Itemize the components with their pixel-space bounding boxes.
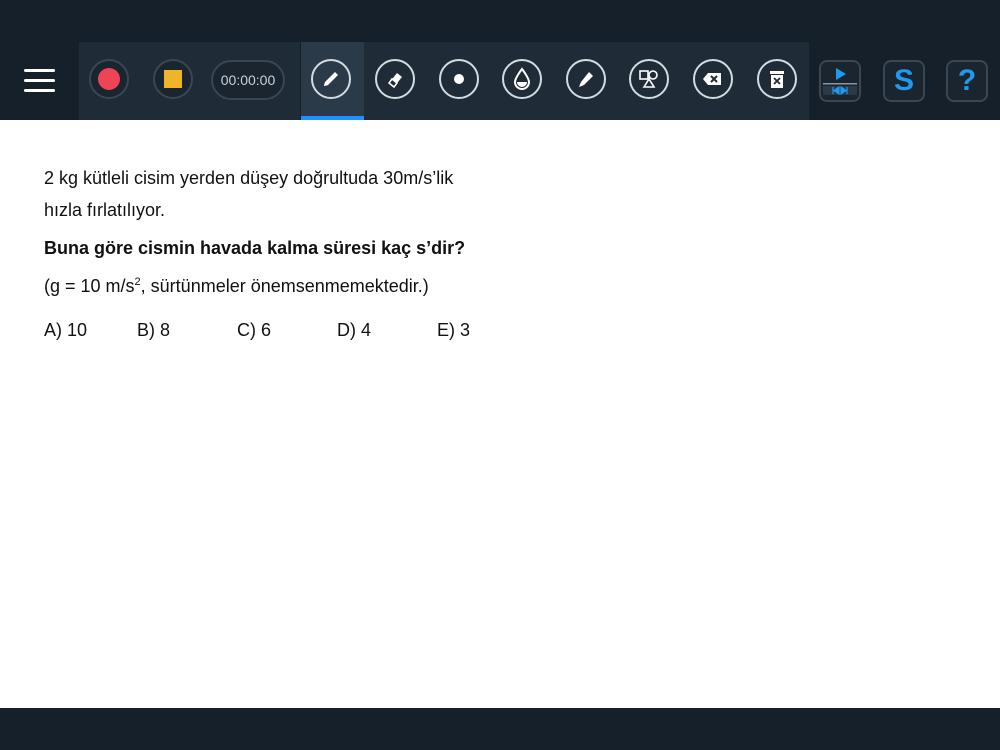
menu-icon xyxy=(24,69,55,72)
eraser-icon xyxy=(387,73,402,89)
question-note: (g = 10 m/s2, sürtünmeler önemsenmemekte… xyxy=(44,276,429,297)
top-bar xyxy=(0,0,1000,42)
answer-choices: A) 10 B) 8 C) 6 D) 4 E) 3 xyxy=(44,320,644,344)
question-line-1: 2 kg kütleli cisim yerden düşey doğrultu… xyxy=(44,168,454,188)
shapes-tool-button[interactable] xyxy=(629,59,669,99)
choice-e[interactable]: E) 3 xyxy=(437,320,470,341)
undo-button[interactable] xyxy=(693,59,733,99)
dot-tool-button[interactable] xyxy=(439,59,479,99)
help-icon: ? xyxy=(957,64,977,97)
backspace-icon xyxy=(703,73,721,85)
eraser-tool-button[interactable] xyxy=(375,59,415,99)
shapes-icon xyxy=(639,70,658,88)
pen-tool-button[interactable] xyxy=(311,59,351,99)
pen-icon xyxy=(324,72,338,86)
bottom-bar xyxy=(0,708,1000,750)
menu-button[interactable] xyxy=(16,64,62,98)
stop-button[interactable] xyxy=(153,59,193,99)
stop-icon xyxy=(164,70,182,88)
playback-button[interactable] xyxy=(819,60,861,102)
choice-b[interactable]: B) 8 xyxy=(137,320,170,341)
timer-display: 00:00:00 xyxy=(211,60,285,100)
choice-c[interactable]: C) 6 xyxy=(237,320,271,341)
choice-a[interactable]: A) 10 xyxy=(44,320,87,341)
playback-icon xyxy=(823,68,857,96)
highlighter-tool-button[interactable] xyxy=(566,59,606,99)
question-line-2: hızla fırlatılıyor. xyxy=(44,200,166,220)
question-prompt: Buna göre cismin havada kalma süresi kaç… xyxy=(44,238,466,258)
trash-icon xyxy=(770,71,784,88)
s-icon: S xyxy=(893,64,914,97)
record-icon xyxy=(98,68,120,90)
s-button[interactable]: S xyxy=(883,60,925,102)
record-button[interactable] xyxy=(89,59,129,99)
clear-button[interactable] xyxy=(757,59,797,99)
dot-icon xyxy=(454,74,464,84)
note-suffix: , sürtünmeler önemsenmemektedir.) xyxy=(140,276,429,296)
choice-d[interactable]: D) 4 xyxy=(337,320,371,341)
ink-drop-icon xyxy=(513,67,531,90)
color-tool-button[interactable] xyxy=(502,59,542,99)
highlighter-icon xyxy=(579,72,593,87)
note-prefix: (g = 10 m/s xyxy=(44,276,135,296)
active-tool-indicator xyxy=(301,116,364,120)
toolbar: 00:00:00 S ? xyxy=(0,42,1000,120)
help-button[interactable]: ? xyxy=(946,60,988,102)
